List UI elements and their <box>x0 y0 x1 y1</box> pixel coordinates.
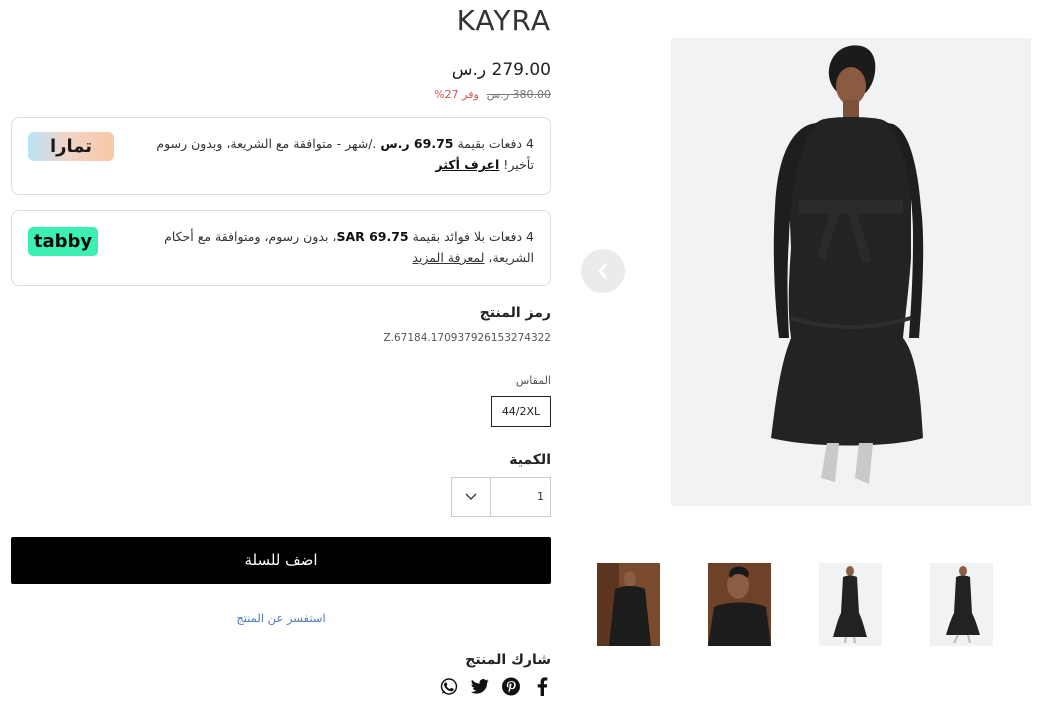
product-brand: KAYRA <box>456 4 551 37</box>
chevron-left-icon <box>598 263 608 279</box>
tabby-text: 4 دفعات بلا فوائد بقيمة SAR 69.75، بدون … <box>124 226 534 268</box>
current-price: 279.00 ر.س <box>451 60 551 80</box>
gallery-prev-button[interactable] <box>581 249 625 293</box>
product-main-image <box>671 38 1031 506</box>
discount-badge: وفر 27% <box>434 88 479 101</box>
sku-value: Z.67184.170937926153274322 <box>383 332 551 344</box>
facebook-icon[interactable] <box>533 676 551 696</box>
old-price: 380.00 ر.س <box>486 88 551 101</box>
pinterest-icon[interactable] <box>502 676 520 696</box>
sku-label: رمز المنتج <box>479 305 551 321</box>
whatsapp-icon[interactable] <box>440 676 458 696</box>
gallery-thumbnail-2[interactable] <box>708 563 771 646</box>
tamara-text-prefix: 4 دفعات بقيمة <box>453 136 534 151</box>
quantity-label: الكمية <box>509 452 551 468</box>
tabby-logo: tabby <box>28 227 98 256</box>
tabby-text-prefix: 4 دفعات بلا فوائد بقيمة <box>408 229 534 244</box>
tabby-amount: SAR 69.75 <box>336 229 409 244</box>
size-option[interactable]: 44/2XL <box>491 396 551 427</box>
twitter-icon[interactable] <box>471 676 489 696</box>
quantity-selector[interactable]: 1 <box>451 477 551 517</box>
share-icons <box>440 676 551 696</box>
add-to-cart-button[interactable]: اضف للسلة <box>11 537 551 584</box>
tamara-text: 4 دفعات بقيمة 69.75 ر.س ./شهر - متوافقة … <box>134 133 534 175</box>
product-details: KAYRA 279.00 ر.س 380.00 ر.س وفر 27% 4 دف… <box>11 0 551 705</box>
tamara-logo: تمارا <box>28 132 114 161</box>
tabby-widget: 4 دفعات بلا فوائد بقيمة SAR 69.75، بدون … <box>11 210 551 286</box>
tamara-widget: 4 دفعات بقيمة 69.75 ر.س ./شهر - متوافقة … <box>11 117 551 195</box>
share-label: شارك المنتج <box>465 652 551 668</box>
quantity-value[interactable]: 1 <box>491 478 550 516</box>
gallery-thumbnail-4[interactable] <box>930 563 993 646</box>
size-label: المقاس <box>515 374 551 387</box>
gallery-thumbnail-1[interactable] <box>597 563 660 646</box>
old-price-row: 380.00 ر.س وفر 27% <box>434 88 551 101</box>
inquire-link[interactable]: استفسر عن المنتج <box>11 611 551 625</box>
gallery-thumbnail-3[interactable] <box>819 563 882 646</box>
chevron-down-icon[interactable] <box>452 478 491 516</box>
tabby-learn-more-link[interactable]: لمعرفة المزيد <box>412 250 484 265</box>
tamara-learn-more-link[interactable]: اعرف أكثر <box>435 157 499 172</box>
tamara-amount: 69.75 ر.س <box>380 136 454 151</box>
